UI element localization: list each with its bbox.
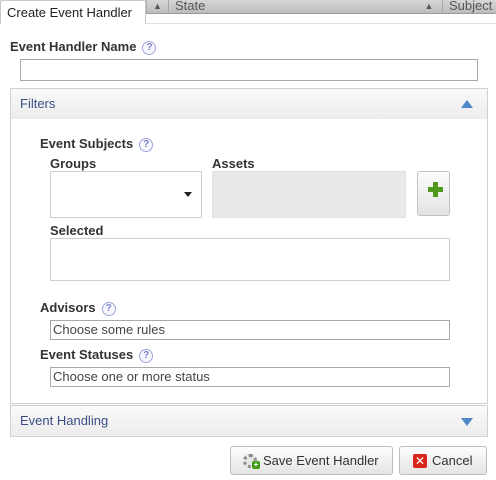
create-event-handler-dialog: Event Handler Name? Filters Event Subjec…: [0, 23, 496, 480]
assets-select[interactable]: [212, 171, 406, 218]
add-subject-button[interactable]: [417, 171, 450, 216]
sort-ascending-icon[interactable]: ▲: [146, 0, 168, 14]
filters-panel-title: Filters: [20, 96, 56, 111]
event-handling-panel-title: Event Handling: [20, 413, 109, 428]
event-statuses-placeholder: Choose one or more status: [53, 369, 210, 384]
dialog-title: Create Event Handler: [7, 5, 133, 20]
expand-arrow-down-icon[interactable]: [461, 418, 473, 426]
event-handler-name-input[interactable]: [20, 59, 478, 81]
event-subjects-label: Event Subjects?: [40, 136, 154, 152]
event-statuses-label-text: Event Statuses: [40, 347, 134, 362]
event-subjects-label-text: Event Subjects: [40, 136, 134, 151]
help-icon[interactable]: ?: [101, 301, 116, 316]
advisors-label: Advisors?: [40, 300, 116, 316]
filters-panel: Filters Event Subjects? Groups Assets Se…: [10, 88, 488, 404]
sort-ascending-icon[interactable]: ▲: [418, 0, 440, 14]
save-event-handler-button[interactable]: + Save Event Handler: [230, 446, 393, 475]
event-handling-panel-header[interactable]: Event Handling: [11, 406, 487, 436]
selected-subjects-box[interactable]: [50, 238, 450, 281]
dialog-title-tab: Create Event Handler: [0, 0, 146, 24]
cancel-button-label: Cancel: [432, 453, 473, 468]
advisors-placeholder: Choose some rules: [53, 322, 165, 337]
selected-label: Selected: [50, 223, 104, 238]
advisors-label-text: Advisors: [40, 300, 96, 315]
groups-label: Groups: [50, 156, 97, 171]
dropdown-caret-icon: [184, 192, 192, 197]
event-handler-name-label: Event Handler Name?: [10, 39, 157, 55]
column-header-state[interactable]: State: [168, 0, 440, 14]
advisors-input[interactable]: Choose some rules: [50, 320, 450, 340]
help-icon[interactable]: ?: [142, 40, 157, 55]
filters-panel-header[interactable]: Filters: [11, 89, 487, 119]
event-handler-name-label-text: Event Handler Name: [10, 39, 137, 54]
help-icon[interactable]: ?: [139, 348, 154, 363]
collapse-arrow-up-icon[interactable]: [461, 100, 473, 108]
help-icon[interactable]: ?: [139, 137, 154, 152]
assets-label: Assets: [212, 156, 255, 171]
column-header-subject[interactable]: Subject: [442, 0, 496, 14]
cancel-button[interactable]: ✕ Cancel: [399, 446, 487, 475]
event-handling-panel: Event Handling: [10, 405, 488, 437]
save-button-label: Save Event Handler: [263, 453, 379, 468]
event-statuses-input[interactable]: Choose one or more status: [50, 367, 450, 387]
cancel-icon: ✕: [413, 454, 427, 468]
event-statuses-label: Event Statuses?: [40, 347, 154, 363]
groups-select[interactable]: [50, 171, 202, 218]
